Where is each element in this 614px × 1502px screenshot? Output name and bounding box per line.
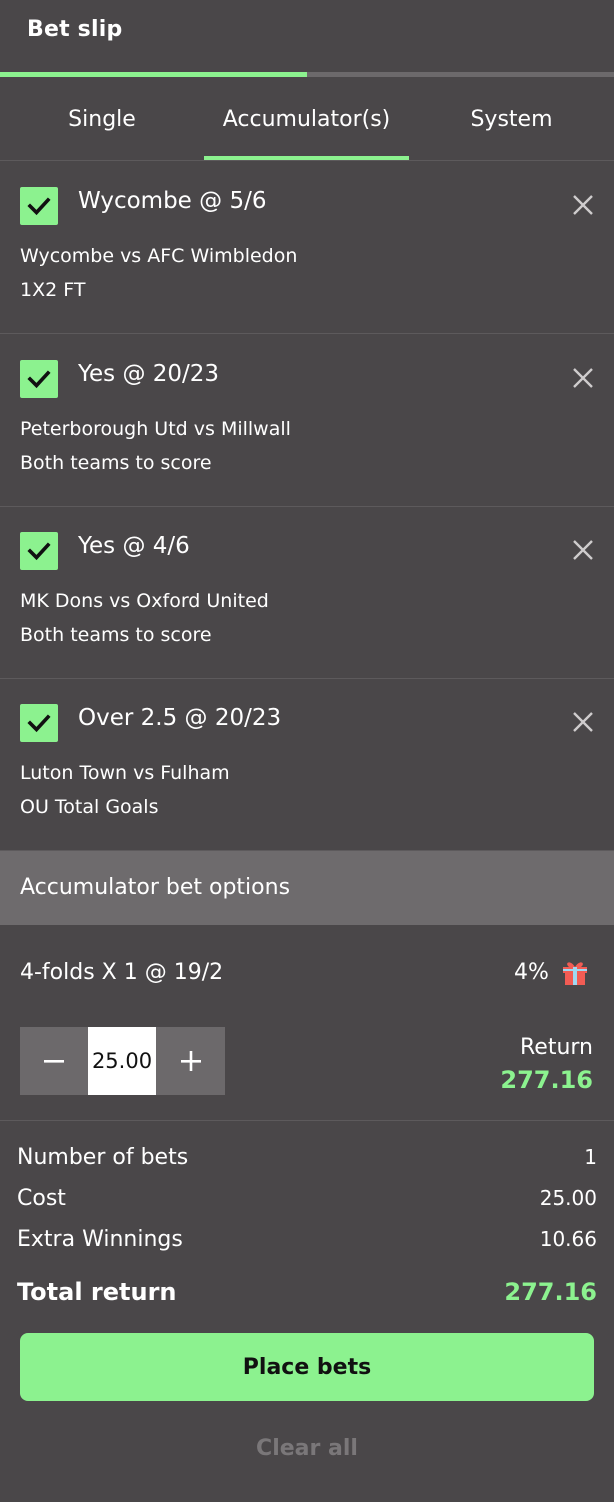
summary-value: 10.66 bbox=[539, 1227, 597, 1251]
summary-label: Cost bbox=[17, 1186, 66, 1211]
return-label: Return bbox=[519, 1035, 593, 1060]
decrease-stake-button[interactable] bbox=[20, 1027, 88, 1095]
gift-icon[interactable] bbox=[560, 957, 590, 987]
selection-market: Both teams to score bbox=[20, 452, 212, 474]
active-tab-indicator bbox=[204, 156, 409, 160]
increase-stake-button[interactable] bbox=[157, 1027, 225, 1095]
selection-checkbox[interactable] bbox=[20, 704, 58, 742]
summary-label: Extra Winnings bbox=[17, 1227, 183, 1252]
remove-selection-button[interactable] bbox=[568, 190, 598, 220]
summary-cost: Cost 25.00 bbox=[17, 1186, 597, 1220]
summary-total-return: Total return 277.16 bbox=[17, 1278, 597, 1312]
accumulator-options-label: Accumulator bet options bbox=[20, 875, 291, 900]
checkmark-icon bbox=[27, 370, 51, 389]
selection-market: Both teams to score bbox=[20, 624, 212, 646]
selection-title: Yes @ 20/23 bbox=[78, 361, 220, 387]
page-title: Bet slip bbox=[27, 17, 123, 42]
place-bets-button[interactable]: Place bets bbox=[20, 1333, 594, 1401]
selection-item: Over 2.5 @ 20/23 Luton Town vs Fulham OU… bbox=[0, 678, 614, 851]
stake-stepper bbox=[20, 1027, 225, 1095]
selection-match: Luton Town vs Fulham bbox=[20, 762, 230, 784]
summary-value: 25.00 bbox=[539, 1186, 597, 1210]
checkmark-icon bbox=[27, 542, 51, 561]
selection-item: Wycombe @ 5/6 Wycombe vs AFC Wimbledon 1… bbox=[0, 161, 614, 334]
selection-title: Over 2.5 @ 20/23 bbox=[78, 705, 282, 731]
summary-label: Total return bbox=[17, 1278, 177, 1306]
close-icon bbox=[573, 540, 593, 560]
selection-checkbox[interactable] bbox=[20, 360, 58, 398]
selection-market: 1X2 FT bbox=[20, 279, 86, 301]
selection-checkbox[interactable] bbox=[20, 187, 58, 225]
selection-checkbox[interactable] bbox=[20, 532, 58, 570]
summary-number-of-bets: Number of bets 1 bbox=[17, 1145, 597, 1179]
selection-market: OU Total Goals bbox=[20, 796, 159, 818]
selection-match: Wycombe vs AFC Wimbledon bbox=[20, 245, 298, 267]
checkmark-icon bbox=[27, 197, 51, 216]
divider bbox=[0, 1120, 614, 1121]
summary-value: 277.16 bbox=[504, 1278, 597, 1306]
selection-match: MK Dons vs Oxford United bbox=[20, 590, 269, 612]
tab-system[interactable]: System bbox=[409, 77, 614, 161]
bonus-percent: 4% bbox=[514, 960, 549, 985]
remove-selection-button[interactable] bbox=[568, 363, 598, 393]
selection-title: Yes @ 4/6 bbox=[78, 533, 190, 559]
close-icon bbox=[573, 368, 593, 388]
selection-item: Yes @ 4/6 MK Dons vs Oxford United Both … bbox=[0, 506, 614, 679]
stake-input[interactable] bbox=[88, 1027, 156, 1095]
remove-selection-button[interactable] bbox=[568, 535, 598, 565]
bet-type-tabs: Single Accumulator(s) System bbox=[0, 77, 614, 161]
summary-label: Number of bets bbox=[17, 1145, 189, 1170]
close-icon bbox=[573, 195, 593, 215]
selection-title: Wycombe @ 5/6 bbox=[78, 188, 267, 214]
fold-summary: 4-folds X 1 @ 19/2 bbox=[20, 960, 224, 985]
remove-selection-button[interactable] bbox=[568, 707, 598, 737]
clear-all-button[interactable]: Clear all bbox=[0, 1436, 614, 1461]
return-value: 277.16 bbox=[500, 1066, 593, 1094]
summary-extra-winnings: Extra Winnings 10.66 bbox=[17, 1227, 597, 1261]
selection-match: Peterborough Utd vs Millwall bbox=[20, 418, 291, 440]
plus-icon bbox=[181, 1051, 201, 1071]
summary-value: 1 bbox=[584, 1145, 597, 1169]
header: Bet slip bbox=[0, 0, 614, 77]
accumulator-options-header[interactable]: Accumulator bet options bbox=[0, 851, 614, 925]
tab-single[interactable]: Single bbox=[0, 77, 204, 161]
checkmark-icon bbox=[27, 714, 51, 733]
selection-item: Yes @ 20/23 Peterborough Utd vs Millwall… bbox=[0, 334, 614, 507]
bet-slip-page: Bet slip Single Accumulator(s) System Wy… bbox=[0, 0, 614, 1502]
close-icon bbox=[573, 712, 593, 732]
minus-icon bbox=[44, 1060, 64, 1063]
tab-accumulator[interactable]: Accumulator(s) bbox=[204, 77, 409, 161]
